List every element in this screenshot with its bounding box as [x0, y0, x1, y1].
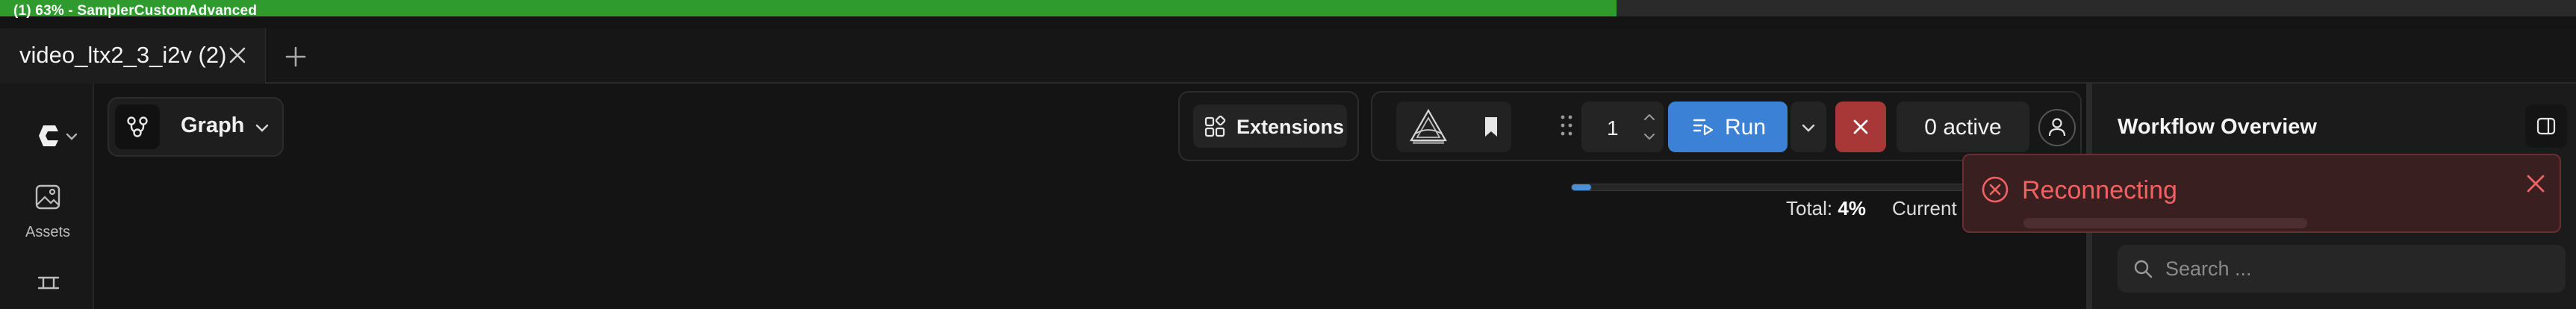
toast-detail-blur [2023, 218, 2307, 228]
bookmark-icon[interactable] [1480, 115, 1502, 139]
batch-count-stepper[interactable] [1640, 107, 1659, 146]
batch-count-input[interactable]: 1 [1581, 102, 1664, 152]
user-icon [2048, 118, 2066, 137]
workflow-tab-bar: video_ltx2_3_i2v (2) [0, 28, 2576, 84]
close-icon [1853, 119, 1868, 134]
extensions-group: Extensions [1178, 91, 1359, 161]
total-progress-text: Total: 4% [1786, 197, 1866, 220]
model-selector[interactable] [1396, 102, 1511, 152]
extensions-label: Extensions [1236, 116, 1345, 138]
error-circle-icon [1982, 176, 2009, 203]
close-icon[interactable] [2522, 170, 2549, 197]
panel-toggle-button[interactable] [2525, 104, 2567, 148]
queue-run-icon [1693, 119, 1714, 136]
run-toolbar: 1 Run 0 active [1371, 91, 2082, 161]
current-progress-label: Current [1892, 197, 1957, 219]
search-field[interactable] [2118, 245, 2566, 293]
assets-button[interactable]: Assets [12, 184, 84, 258]
drag-handle-icon[interactable] [1558, 112, 1575, 139]
run-label: Run [1725, 115, 1767, 140]
graph-mode-selector[interactable]: Graph [108, 97, 284, 157]
total-progress-value: 4% [1838, 197, 1866, 219]
search-icon [2134, 260, 2153, 278]
graph-mode-label: Graph [181, 113, 245, 137]
extensions-button[interactable]: Extensions [1193, 104, 1347, 148]
nodes-icon[interactable] [33, 270, 64, 296]
assets-label: Assets [25, 224, 71, 240]
active-queue-indicator[interactable]: 0 active [1897, 102, 2029, 152]
total-progress-label: Total: [1786, 197, 1833, 219]
puzzle-icon [1204, 116, 1226, 137]
sidebar-toggle-icon [2536, 117, 2556, 135]
chevron-down-icon [255, 124, 269, 132]
search-input[interactable] [2165, 252, 2554, 285]
active-queue-label: 0 active [1924, 115, 2002, 140]
workflow-tab-title: video_ltx2_3_i2v (2) [19, 42, 227, 68]
panel-title: Workflow Overview [2118, 115, 2317, 139]
cancel-run-button[interactable] [1835, 102, 1886, 152]
run-button[interactable]: Run [1668, 102, 1788, 152]
toast-message: Reconnecting [2022, 176, 2177, 205]
queue-progress-bar [1571, 184, 1974, 191]
reconnecting-toast: Reconnecting [1962, 154, 2561, 233]
comfy-logo-icon[interactable] [33, 119, 82, 152]
execution-progress-label: (1) 63% - SamplerCustomAdvanced [13, 3, 258, 19]
workflow-tab[interactable]: video_ltx2_3_i2v (2) [0, 28, 266, 84]
run-options-dropdown[interactable] [1791, 102, 1826, 152]
queue-progress-fill [1572, 184, 1591, 190]
image-icon [35, 184, 60, 210]
workflow-graph-icon [127, 116, 148, 137]
plus-icon[interactable] [281, 42, 311, 72]
execution-progress-bar: (1) 63% - SamplerCustomAdvanced [0, 0, 2576, 19]
left-sidebar: Assets [0, 84, 94, 309]
user-menu-button[interactable] [2038, 102, 2076, 152]
graph-icon-box [115, 104, 160, 149]
batch-count-value: 1 [1607, 116, 1619, 140]
close-icon[interactable] [225, 43, 249, 67]
ltx-model-logo-icon [1410, 108, 1447, 144]
chevron-down-icon [1802, 124, 1815, 132]
